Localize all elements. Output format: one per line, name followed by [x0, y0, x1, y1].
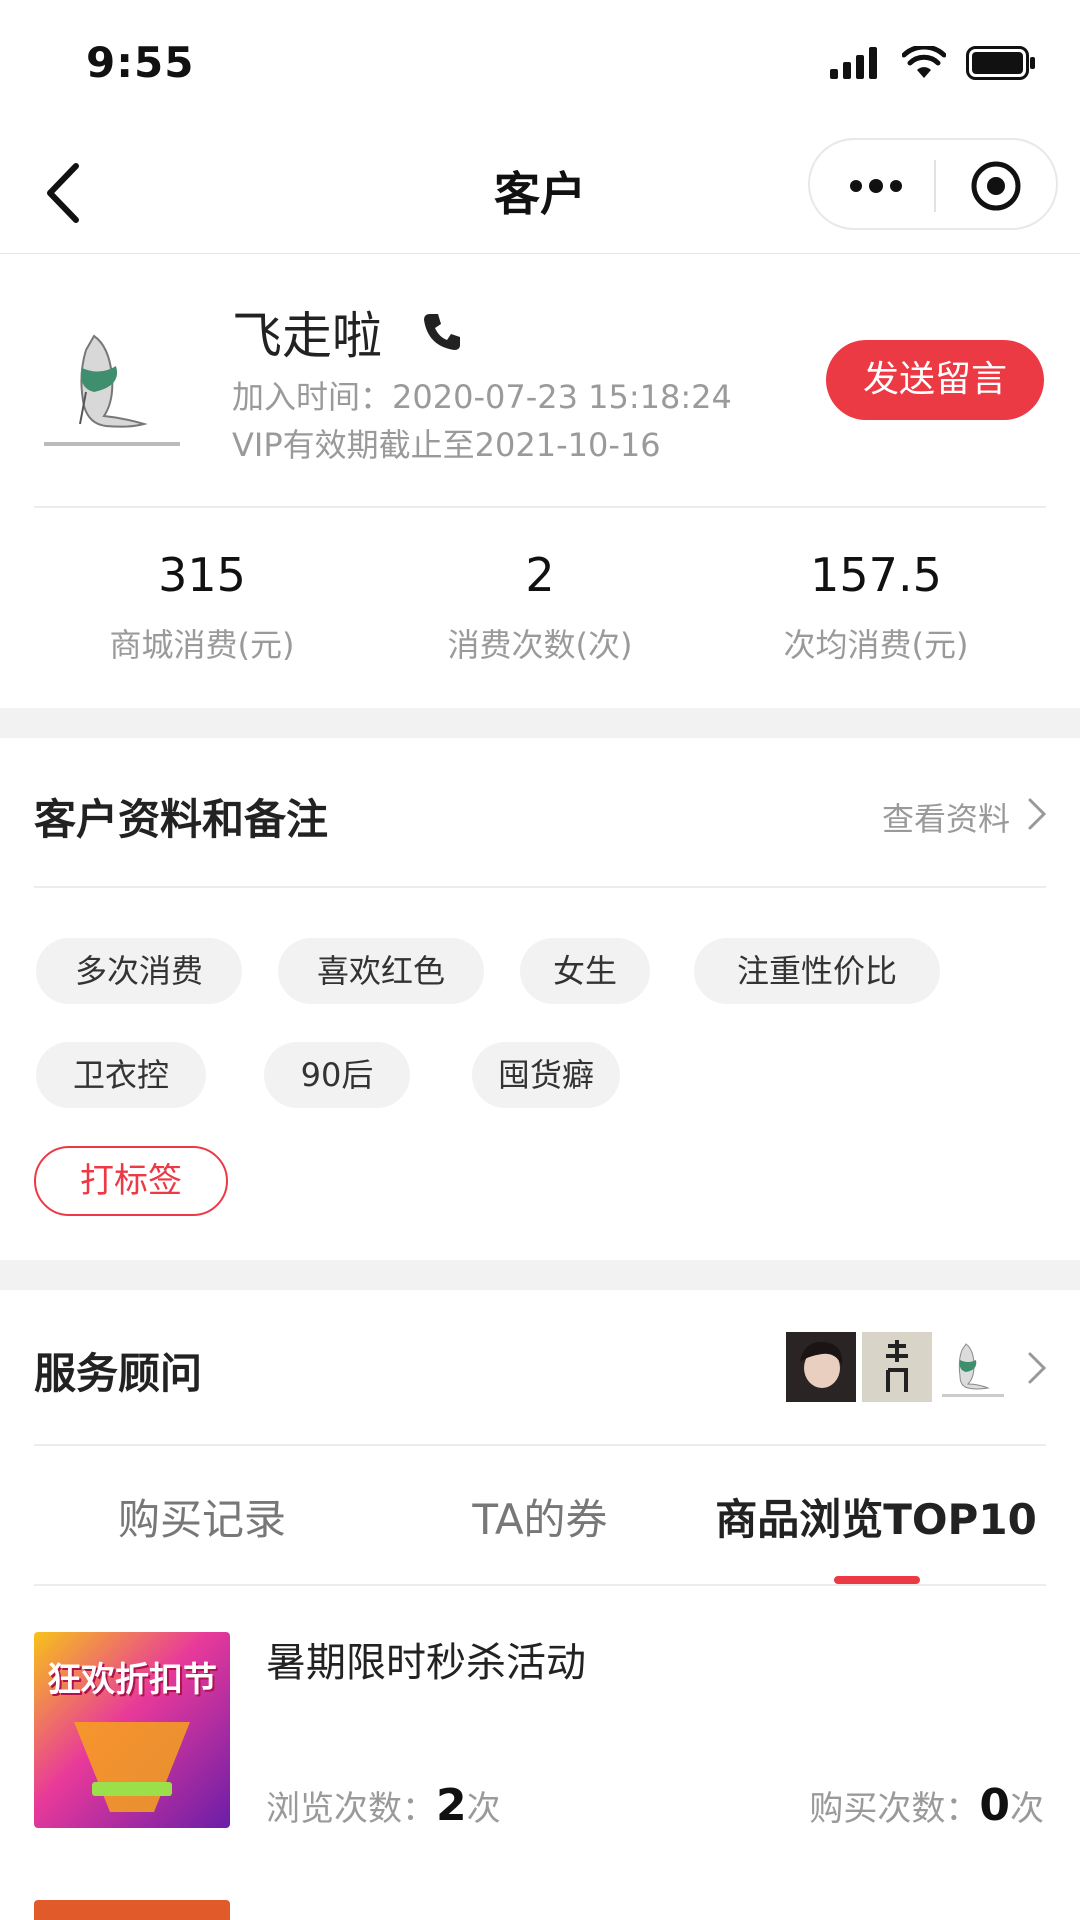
section-title-profile-notes: 客户资料和备注 — [34, 795, 329, 844]
customer-profile: 飞走啦 加入时间：2020-07-23 15:18:24 VIP有效期截止至20… — [0, 254, 1080, 506]
status-time: 9:55 — [86, 38, 195, 87]
section-gap — [0, 708, 1080, 738]
divider — [34, 1584, 1046, 1586]
tag-chip[interactable]: 女生 — [520, 938, 650, 1004]
stat-value: 315 — [158, 548, 246, 602]
tab-purchase-records[interactable]: 购买记录 — [32, 1486, 372, 1547]
tab-browse-top10[interactable]: 商品浏览TOP10 — [706, 1486, 1046, 1547]
views-count: 2 — [436, 1780, 467, 1831]
views-label: 浏览次数： — [266, 1789, 436, 1829]
tag-chip[interactable]: 囤货癖 — [472, 1042, 620, 1108]
tag-chip[interactable]: 90后 — [264, 1042, 410, 1108]
stat-purchase-count: 2 消费次数(次) — [370, 548, 710, 666]
cellular-signal-icon — [830, 47, 877, 79]
divider — [34, 886, 1046, 888]
more-icon[interactable] — [846, 164, 906, 208]
status-icons — [830, 46, 1036, 80]
advisor-calligraphy-icon — [862, 1332, 932, 1402]
close-target-icon[interactable] — [970, 160, 1022, 212]
add-tag-button[interactable]: 打标签 — [34, 1146, 228, 1216]
product-buys: 购买次数：0次 — [809, 1780, 1044, 1831]
view-profile-link[interactable]: 查看资料 — [882, 794, 1010, 840]
advisor-fish-icon — [938, 1332, 1008, 1402]
buys-unit: 次 — [1010, 1789, 1044, 1829]
active-tab-indicator — [834, 1576, 920, 1584]
chevron-right-icon[interactable] — [1026, 796, 1048, 832]
nav-bar: 客户 — [0, 130, 1080, 254]
mini-program-capsule — [808, 138, 1058, 230]
section-title-advisors: 服务顾问 — [34, 1349, 203, 1398]
stat-label: 商城消费(元) — [109, 626, 295, 664]
stat-value: 2 — [525, 548, 555, 602]
wifi-icon — [902, 46, 946, 78]
promo-banner-text: 狂欢折扣节 — [47, 1660, 217, 1700]
advisor-avatar[interactable] — [862, 1332, 932, 1402]
product-title[interactable]: 暑期限时秒杀活动 — [266, 1630, 586, 1688]
fish-illustration-icon — [34, 306, 190, 462]
product-image[interactable]: 狂欢折扣节 — [34, 1632, 230, 1828]
vip-expiry: VIP有效期截止至2021-10-16 — [232, 426, 661, 464]
tag-chip[interactable]: 喜欢红色 — [278, 938, 484, 1004]
stats-row: 315 商城消费(元) 2 消费次数(次) 157.5 次均消费(元) — [0, 508, 1080, 708]
section-gap — [0, 1260, 1080, 1290]
send-message-button[interactable]: 发送留言 — [826, 340, 1044, 420]
stat-value: 157.5 — [810, 548, 942, 602]
customer-name: 飞走啦 — [232, 307, 382, 365]
stat-average-spend: 157.5 次均消费(元) — [706, 548, 1046, 666]
battery-icon — [966, 46, 1035, 80]
advisor-avatar[interactable] — [938, 1332, 1008, 1402]
product-views: 浏览次数：2次 — [266, 1780, 501, 1831]
capsule-divider — [934, 160, 936, 212]
status-bar: 9:55 — [0, 0, 1080, 130]
advisor-avatar[interactable] — [786, 1332, 856, 1402]
buys-label: 购买次数： — [809, 1789, 980, 1829]
buys-count: 0 — [979, 1780, 1010, 1831]
tab-coupons[interactable]: TA的券 — [370, 1486, 710, 1547]
tag-chip[interactable]: 卫衣控 — [36, 1042, 206, 1108]
advisor-photo-icon — [786, 1332, 856, 1402]
chevron-right-icon[interactable] — [1026, 1350, 1048, 1386]
next-product-image[interactable] — [34, 1900, 230, 1920]
tag-chip[interactable]: 多次消费 — [36, 938, 242, 1004]
stat-label: 次均消费(元) — [783, 626, 969, 664]
stat-mall-spend: 315 商城消费(元) — [32, 548, 372, 666]
divider — [34, 1444, 1046, 1446]
avatar[interactable] — [34, 306, 190, 462]
stat-label: 消费次数(次) — [447, 626, 633, 664]
join-time: 加入时间：2020-07-23 15:18:24 — [232, 378, 732, 416]
views-unit: 次 — [466, 1789, 501, 1829]
phone-icon[interactable] — [420, 310, 464, 354]
tag-chip[interactable]: 注重性价比 — [694, 938, 940, 1004]
